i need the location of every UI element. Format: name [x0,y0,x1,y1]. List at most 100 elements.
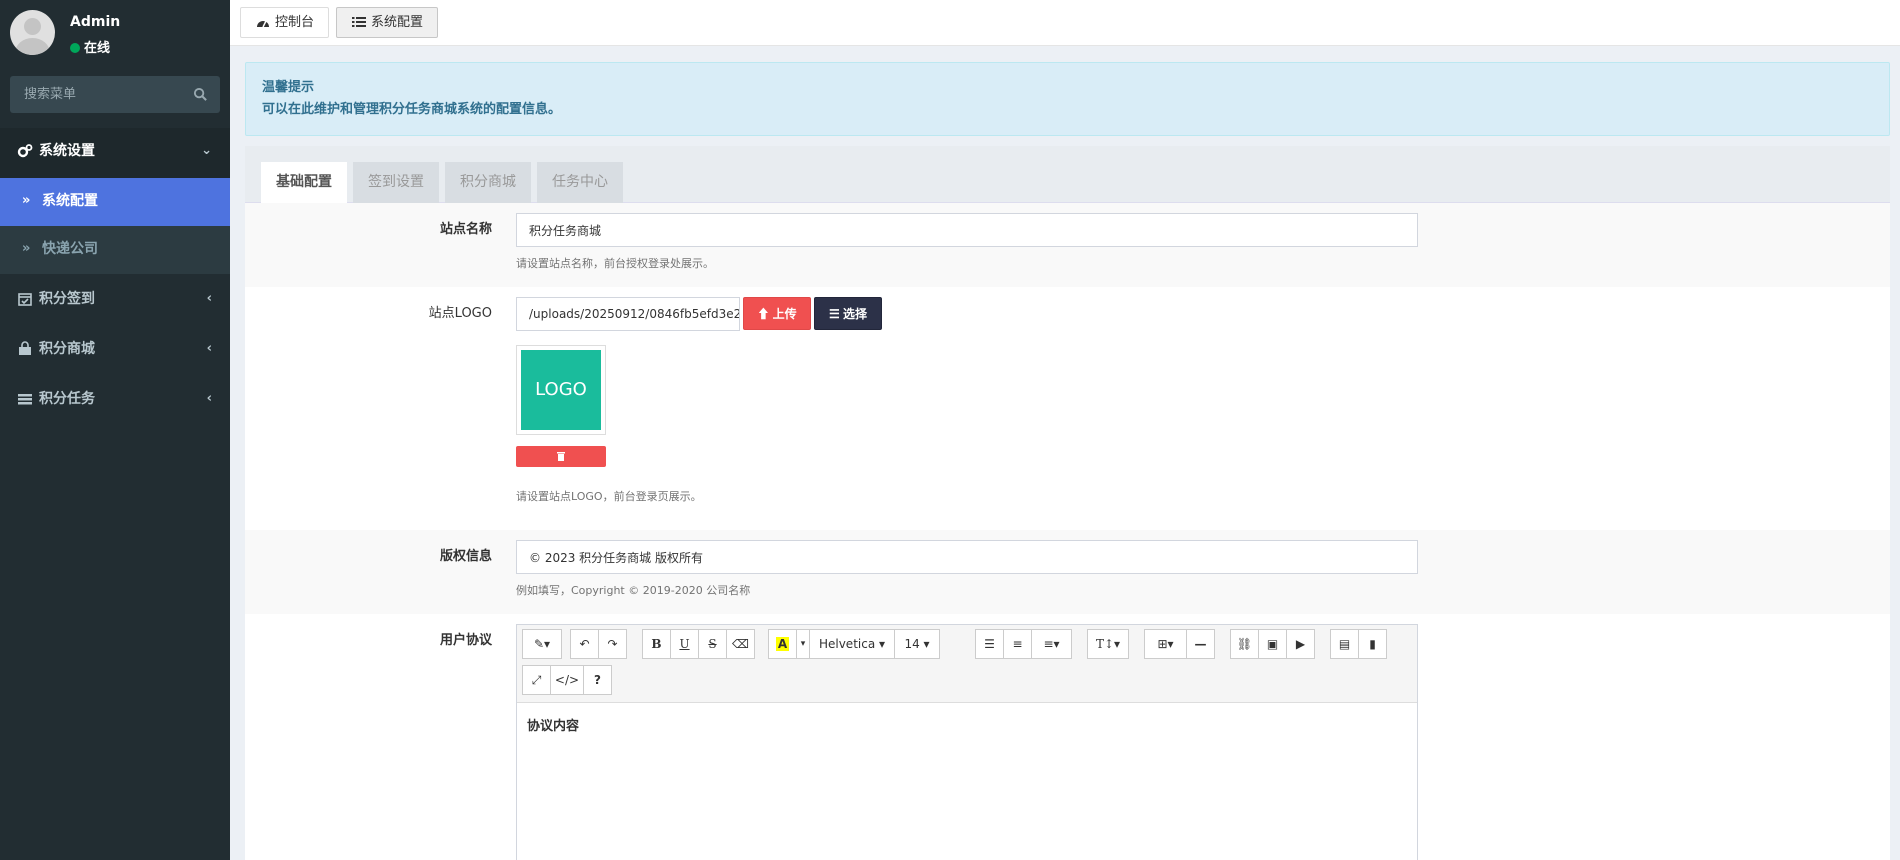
tab-signin-settings[interactable]: 签到设置 [353,162,439,203]
sidebar-item-express[interactable]: » 快递公司 [0,226,230,274]
site-logo-label: 站点LOGO [428,306,492,321]
callout-text: 可以在此维护和管理积分任务商城系统的配置信息。 [262,102,562,117]
tab-label: 系统配置 [371,15,424,30]
site-name-label: 站点名称 [439,222,492,237]
tab-label: 控制台 [275,15,315,30]
chevron-left-icon: ‹ [206,391,212,406]
angle-double-right-icon: » [22,241,31,256]
sidebar-submenu: » 系统配置 » 快递公司 [0,178,230,274]
list-icon [352,17,366,27]
main-content: 温馨提示 可以在此维护和管理积分任务商城系统的配置信息。 基础配置 签到设置 积… [230,46,1900,860]
strikethrough-button[interactable]: S [698,629,727,659]
dashboard-icon [257,20,269,28]
upload-button[interactable]: ⬆ 上传 [743,297,811,330]
eraser-button[interactable]: ⌫ [726,629,755,659]
sidebar-item-label: 系统设置 [39,143,95,159]
tab-system-config[interactable]: 系统配置 [336,7,439,38]
delete-logo-button[interactable] [516,446,606,467]
font-family-select[interactable]: Helvetica ▾ [809,629,895,659]
sidebar-item-points-task[interactable]: 积分任务 ‹ [0,374,230,424]
logo-path-input[interactable] [516,297,740,331]
chevron-left-icon: ‹ [206,291,212,306]
fullscreen-button[interactable]: ⤢ [522,665,551,695]
info-callout: 温馨提示 可以在此维护和管理积分任务商城系统的配置信息。 [245,62,1890,136]
redo-button[interactable]: ↷ [598,629,627,659]
line-height-button[interactable]: T↕▾ [1087,629,1129,659]
online-dot-icon [70,43,80,53]
callout-title: 温馨提示 [262,80,315,95]
video-button[interactable]: ▶ [1286,629,1315,659]
sidebar-item-label: 系统配置 [42,193,98,209]
list-icon: ☰ [828,307,840,321]
site-logo-help: 请设置站点LOGO，前台登录页展示。 [516,490,702,503]
copyright-input[interactable] [516,540,1418,574]
tab-basic-config[interactable]: 基础配置 [261,162,347,203]
unordered-list-button[interactable]: ☰ [975,629,1004,659]
link-button[interactable]: ⛓ [1230,629,1259,659]
undo-button[interactable]: ↶ [570,629,599,659]
font-size-select[interactable]: 14 ▾ [894,629,940,659]
sidebar-item-points-mall[interactable]: 积分商城 ‹ [0,324,230,374]
row-user-agreement: 用户协议 ✎▾ ↶ ↷ B U S ⌫ A ▾ Helvetica ▾ 14 ▾… [245,614,1890,860]
select-label: 选择 [843,307,868,321]
sidebar-item-label: 快递公司 [42,241,98,257]
horizontal-rule-button[interactable]: — [1186,629,1215,659]
upload-icon: ⬆ [757,307,770,321]
copyright-label: 版权信息 [439,549,492,564]
help-button[interactable]: ? [583,665,612,695]
magic-style-button[interactable]: ✎▾ [522,629,562,659]
table-button[interactable]: ⊞▾ [1144,629,1187,659]
sidebar-item-system-settings[interactable]: 系统设置 ⌄ [0,128,230,178]
sidebar-item-label: 积分任务 [39,391,95,407]
config-tabs: 基础配置 签到设置 积分商城 任务中心 [245,146,1890,203]
sidebar-search [10,76,220,113]
user-status-text: 在线 [84,41,111,56]
row-site-logo: 站点LOGO ⬆ 上传 ☰ 选择 LOGO 请设置站点LOGO，前台登录页展示。 [245,287,1890,530]
sidebar-menu: 系统设置 ⌄ » 系统配置 » 快递公司 积分签到 ‹ 积分商城 ‹ 积分任务 [0,128,230,424]
calendar-check-icon [18,293,32,306]
site-name-help: 请设置站点名称，前台授权登录处展示。 [516,257,714,270]
search-input[interactable] [10,76,190,113]
top-tab-bar: 控制台 系统配置 [230,0,1900,46]
tab-dashboard[interactable]: 控制台 [240,7,330,38]
upload-label: 上传 [772,307,797,321]
editor-content[interactable]: 协议内容 [527,715,579,734]
logo-image: LOGO [521,350,601,430]
ordered-list-button[interactable]: ≡ [1003,629,1032,659]
trash-icon [557,452,565,461]
sidebar: Admin 在线 系统设置 ⌄ » 系统配置 » 快递公司 积分签到 ‹ [0,0,230,860]
avatar [10,10,55,55]
user-status: 在线 [70,37,110,56]
logo-preview[interactable]: LOGO [516,345,606,435]
code-view-button[interactable]: </> [550,665,584,695]
copyright-help: 例如填写，Copyright © 2019-2020 公司名称 [516,584,751,597]
highlight-dropdown[interactable]: ▾ [796,629,810,659]
insert-file-button[interactable]: ▮ [1358,629,1387,659]
chevron-down-icon: ⌄ [201,143,212,158]
search-icon[interactable] [193,87,208,102]
sidebar-item-system-config[interactable]: » 系统配置 [0,178,230,226]
underline-button[interactable]: U [670,629,699,659]
editor-toolbar: ✎▾ ↶ ↷ B U S ⌫ A ▾ Helvetica ▾ 14 ▾ ☰ ≡ … [517,625,1417,703]
tab-task-center[interactable]: 任务中心 [537,162,623,203]
user-panel: Admin 在线 [0,0,230,66]
paragraph-align-button[interactable]: ≡▾ [1031,629,1072,659]
config-panel: 基础配置 签到设置 积分商城 任务中心 站点名称 请设置站点名称，前台授权登录处… [245,146,1890,860]
select-button[interactable]: ☰ 选择 [814,297,882,330]
rich-text-editor: ✎▾ ↶ ↷ B U S ⌫ A ▾ Helvetica ▾ 14 ▾ ☰ ≡ … [516,624,1418,860]
bold-button[interactable]: B [642,629,671,659]
angle-double-right-icon: » [22,193,31,208]
tasks-icon [18,394,32,405]
row-copyright: 版权信息 例如填写，Copyright © 2019-2020 公司名称 [245,530,1890,614]
shopping-bag-icon [19,341,31,355]
chevron-left-icon: ‹ [206,341,212,356]
image-button[interactable]: ▣ [1258,629,1287,659]
tab-points-mall[interactable]: 积分商城 [445,162,531,203]
sidebar-item-label: 积分签到 [39,291,95,307]
insert-image-file-button[interactable]: ▤ [1330,629,1359,659]
row-site-name: 站点名称 请设置站点名称，前台授权登录处展示。 [245,203,1890,287]
sidebar-item-points-signin[interactable]: 积分签到 ‹ [0,274,230,324]
highlight-button[interactable]: A [768,629,797,659]
site-name-input[interactable] [516,213,1418,247]
sidebar-item-label: 积分商城 [39,341,95,357]
